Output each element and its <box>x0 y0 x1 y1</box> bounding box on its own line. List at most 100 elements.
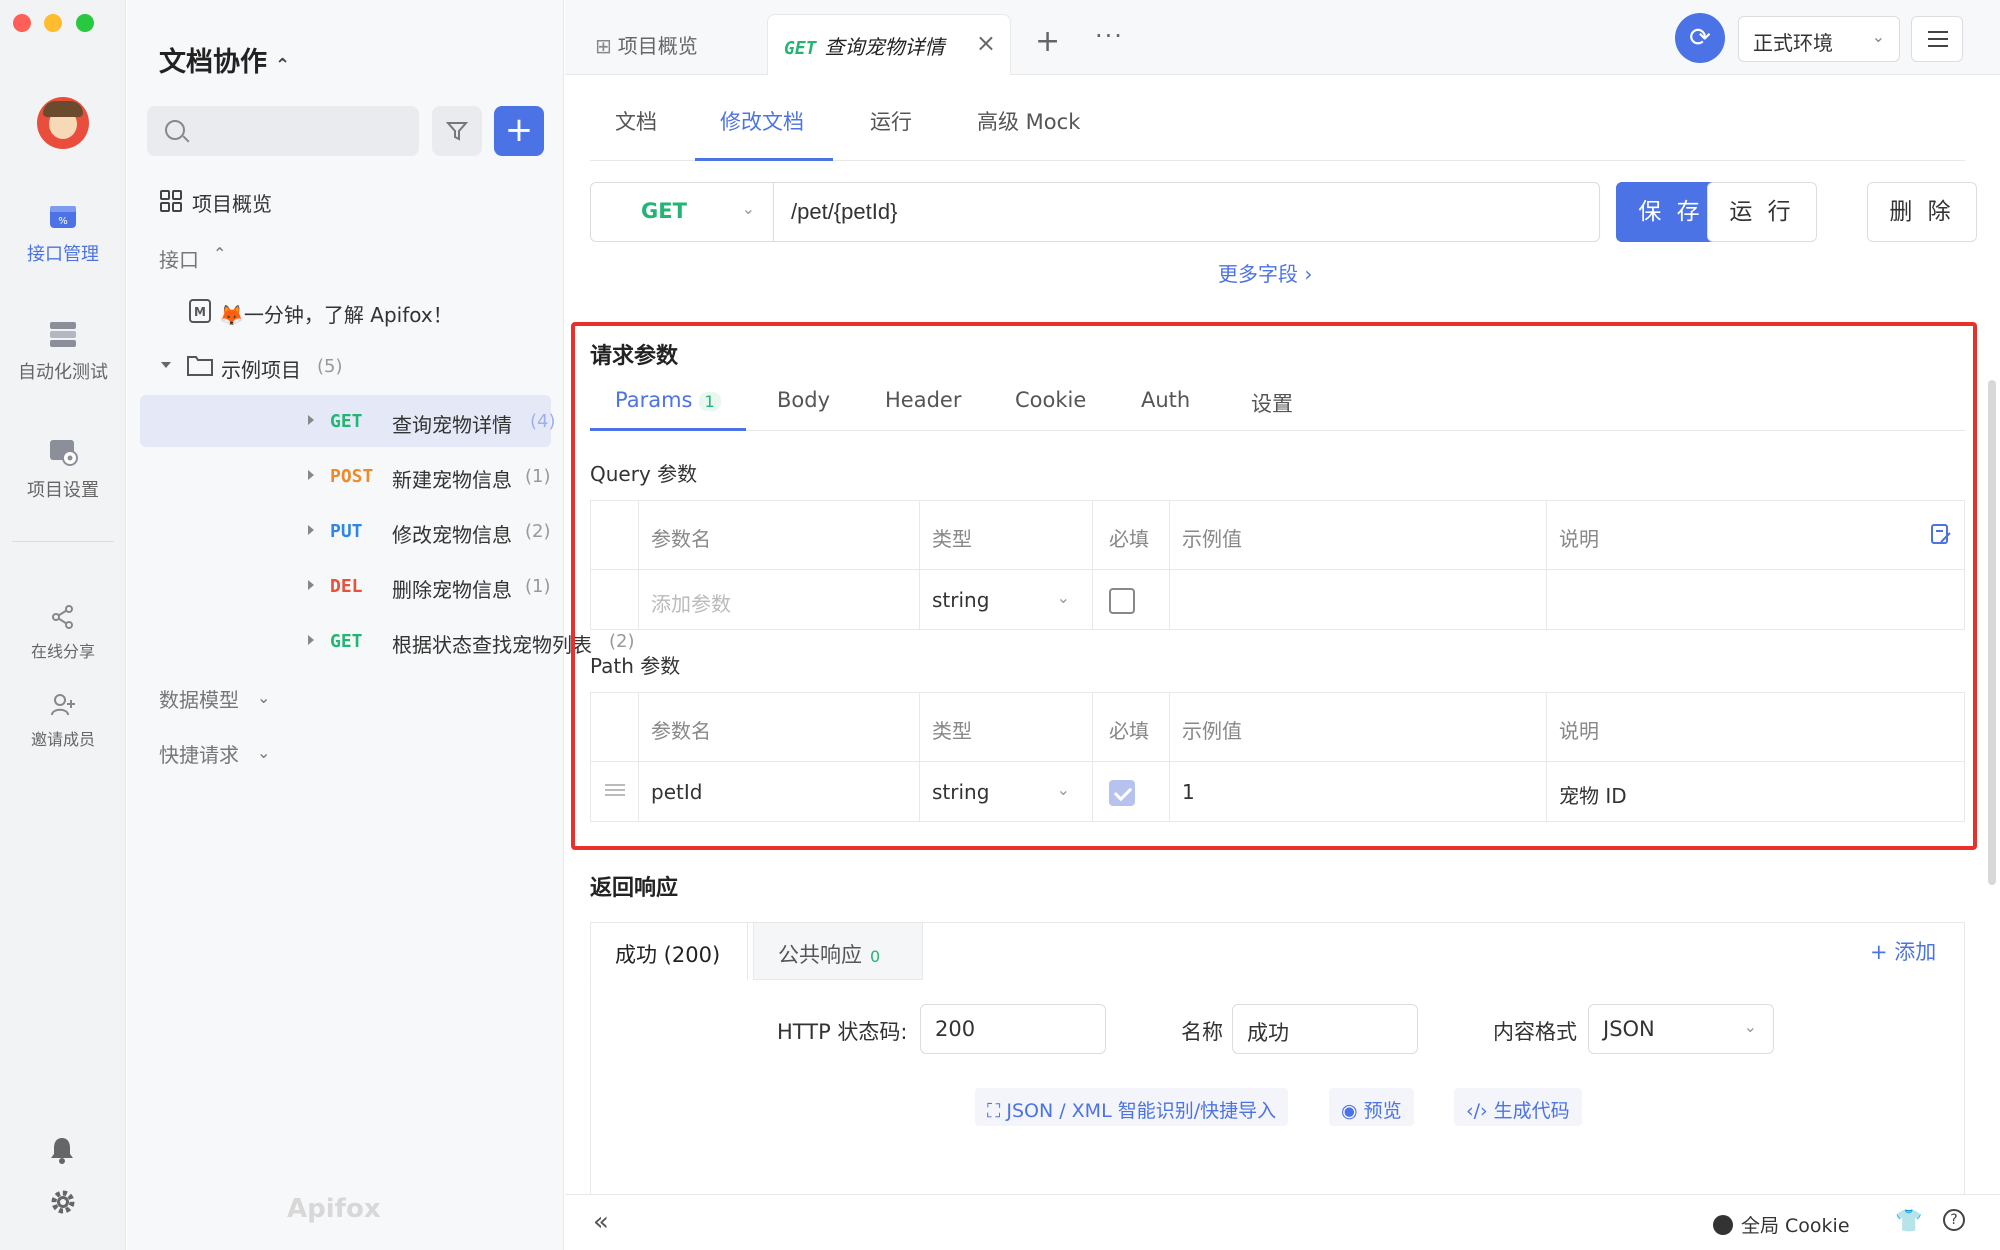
example-input[interactable] <box>1169 570 1546 629</box>
rail-api-management[interactable]: % 接口管理 <box>0 200 126 266</box>
maximize-window-button[interactable] <box>76 14 94 32</box>
content-format-select[interactable]: JSON ⌄ <box>1588 1004 1774 1054</box>
type-select[interactable]: string ⌄ <box>919 762 1092 821</box>
endpoint-count: (1) <box>525 466 551 487</box>
tab-settings[interactable]: 设置 <box>1251 388 1293 418</box>
rail-invite[interactable]: 邀请成员 <box>0 692 126 750</box>
required-checkbox[interactable] <box>1109 588 1135 614</box>
tab-response-success[interactable]: 成功 (200) <box>590 922 748 980</box>
tab-response-public[interactable]: 公共响应 0 <box>753 922 923 980</box>
required-checkbox[interactable] <box>1109 780 1135 806</box>
endpoint-item[interactable]: GET 根据状态查找宠物列表 (2) <box>127 615 635 667</box>
group-label: 接口 <box>159 248 199 272</box>
rail-label: 在线分享 <box>30 642 95 661</box>
table-header: 参数名 类型 必填 示例值 说明 <box>591 693 1964 761</box>
generate-code-button[interactable]: ‹/› 生成代码 <box>1454 1088 1582 1126</box>
sidebar-item-intro-doc[interactable]: M 🦊一分钟，了解 Apifox！ <box>127 285 564 337</box>
bulk-edit-icon[interactable] <box>1930 523 1952 545</box>
endpoint-item[interactable]: DEL 删除宠物信息 (1) <box>127 560 564 612</box>
run-button[interactable]: 运 行 <box>1707 182 1817 242</box>
more-fields-link[interactable]: 更多字段 › <box>1218 258 1312 287</box>
method-badge: DEL <box>330 576 363 597</box>
rail-share[interactable]: 在线分享 <box>0 604 126 662</box>
folder-count: (5) <box>317 356 343 377</box>
scan-icon: ⛶ <box>987 1100 1007 1122</box>
active-tab-indicator <box>695 158 833 161</box>
sidebar-item-overview[interactable]: 项目概览 <box>127 174 564 226</box>
url-input[interactable] <box>791 195 1581 229</box>
tab-divider <box>590 430 1965 431</box>
sidebar-group-interfaces[interactable]: 接口 ⌃ <box>127 230 564 282</box>
help-icon[interactable]: ? <box>1943 1209 1965 1231</box>
global-cookie-button[interactable]: 全局 Cookie <box>1713 1211 1850 1238</box>
new-tab-button[interactable]: + <box>1035 24 1060 59</box>
environment-select[interactable]: 正式环境 ⌄ <box>1738 16 1900 62</box>
add-response-button[interactable]: + 添加 <box>1870 936 1936 966</box>
tab-doc[interactable]: 文档 <box>615 106 657 136</box>
tab-params[interactable]: Params 1 <box>615 388 721 412</box>
rail-project-settings[interactable]: 项目设置 <box>0 436 126 502</box>
tab-body[interactable]: Body <box>777 388 830 412</box>
tab-auth[interactable]: Auth <box>1141 388 1190 412</box>
add-param-input[interactable]: 添加参数 <box>638 570 919 629</box>
status-code-input[interactable]: 200 <box>920 1004 1106 1054</box>
sidebar-folder[interactable]: 示例项目 (5) <box>127 340 564 392</box>
close-window-button[interactable] <box>13 14 31 32</box>
tab-cookie[interactable]: Cookie <box>1015 388 1086 412</box>
count-badge: 0 <box>870 947 881 966</box>
description-input[interactable] <box>1546 570 1966 629</box>
minimize-window-button[interactable] <box>44 14 62 32</box>
table-row: 添加参数 string ⌄ <box>591 569 1964 629</box>
endpoint-item[interactable]: PUT 修改宠物信息 (2) <box>127 505 564 557</box>
column-header: 示例值 <box>1169 501 1546 569</box>
project-switcher[interactable]: 文档协作 ⌃ <box>159 40 290 79</box>
tab-advanced-mock[interactable]: 高级 Mock <box>977 106 1080 136</box>
search-box[interactable] <box>147 106 419 156</box>
group-label: 数据模型 <box>159 688 239 712</box>
drag-handle-icon[interactable] <box>605 784 625 796</box>
bell-icon[interactable] <box>49 1136 75 1164</box>
more-tabs-button[interactable]: ··· <box>1095 22 1124 50</box>
method-select[interactable]: GET ⌄ <box>591 183 774 241</box>
type-select[interactable]: string ⌄ <box>919 570 1092 629</box>
automation-test-icon <box>50 322 76 347</box>
delete-button[interactable]: 删 除 <box>1867 182 1977 242</box>
method-value: GET <box>641 199 687 223</box>
main-content: 文档 修改文档 运行 高级 Mock GET ⌄ 保 存 运 行 删 除 更多字… <box>565 76 1980 1194</box>
endpoint-item[interactable]: GET 查询宠物详情 (4) <box>140 395 556 447</box>
menu-button[interactable] <box>1911 16 1963 62</box>
example-input[interactable]: 1 <box>1169 762 1546 821</box>
collapse-sidebar-button[interactable]: « <box>593 1207 609 1237</box>
table-row: petId string ⌄ 1 宠物 ID <box>591 761 1964 821</box>
gear-icon[interactable] <box>49 1188 77 1216</box>
preview-button[interactable]: ◉ 预览 <box>1329 1088 1414 1126</box>
tab-edit-doc[interactable]: 修改文档 <box>720 106 804 136</box>
api-management-icon: % <box>50 206 76 228</box>
tab-project-overview[interactable]: ⊞ 项目概览 <box>595 14 698 75</box>
tab-header[interactable]: Header <box>885 388 961 412</box>
rail-label: 项目设置 <box>27 480 99 501</box>
theme-icon[interactable]: 👕 <box>1895 1209 1922 1234</box>
sidebar-group-data-models[interactable]: 数据模型 ⌄ <box>127 670 564 722</box>
add-button[interactable]: + <box>494 106 544 156</box>
endpoint-item[interactable]: POST 新建宠物信息 (1) <box>127 450 564 502</box>
refresh-icon: ⟳ <box>1689 23 1711 53</box>
required-checkbox-cell <box>1092 762 1169 821</box>
sidebar-group-quick-requests[interactable]: 快捷请求 ⌄ <box>127 725 564 777</box>
filter-button[interactable] <box>432 106 482 156</box>
description-input[interactable]: 宠物 ID <box>1546 762 1966 821</box>
tab-run[interactable]: 运行 <box>870 106 912 136</box>
endpoint-name: 新建宠物信息 <box>392 468 512 492</box>
sync-button[interactable]: ⟳ <box>1675 13 1725 63</box>
close-icon[interactable]: × <box>976 29 996 57</box>
search-input[interactable] <box>195 114 405 148</box>
avatar[interactable] <box>37 97 89 149</box>
tab-endpoint-detail[interactable]: GET 查询宠物详情 × <box>767 14 1011 75</box>
code-icon: ‹/› <box>1466 1100 1494 1122</box>
smart-import-button[interactable]: ⛶ JSON / XML 智能识别/快捷导入 <box>975 1088 1289 1126</box>
scrollbar[interactable] <box>1988 380 1996 885</box>
response-name-input[interactable]: 成功 <box>1232 1004 1418 1054</box>
rail-label: 接口管理 <box>27 244 99 265</box>
rail-automation-test[interactable]: 自动化测试 <box>0 318 126 384</box>
param-name[interactable]: petId <box>638 762 919 821</box>
